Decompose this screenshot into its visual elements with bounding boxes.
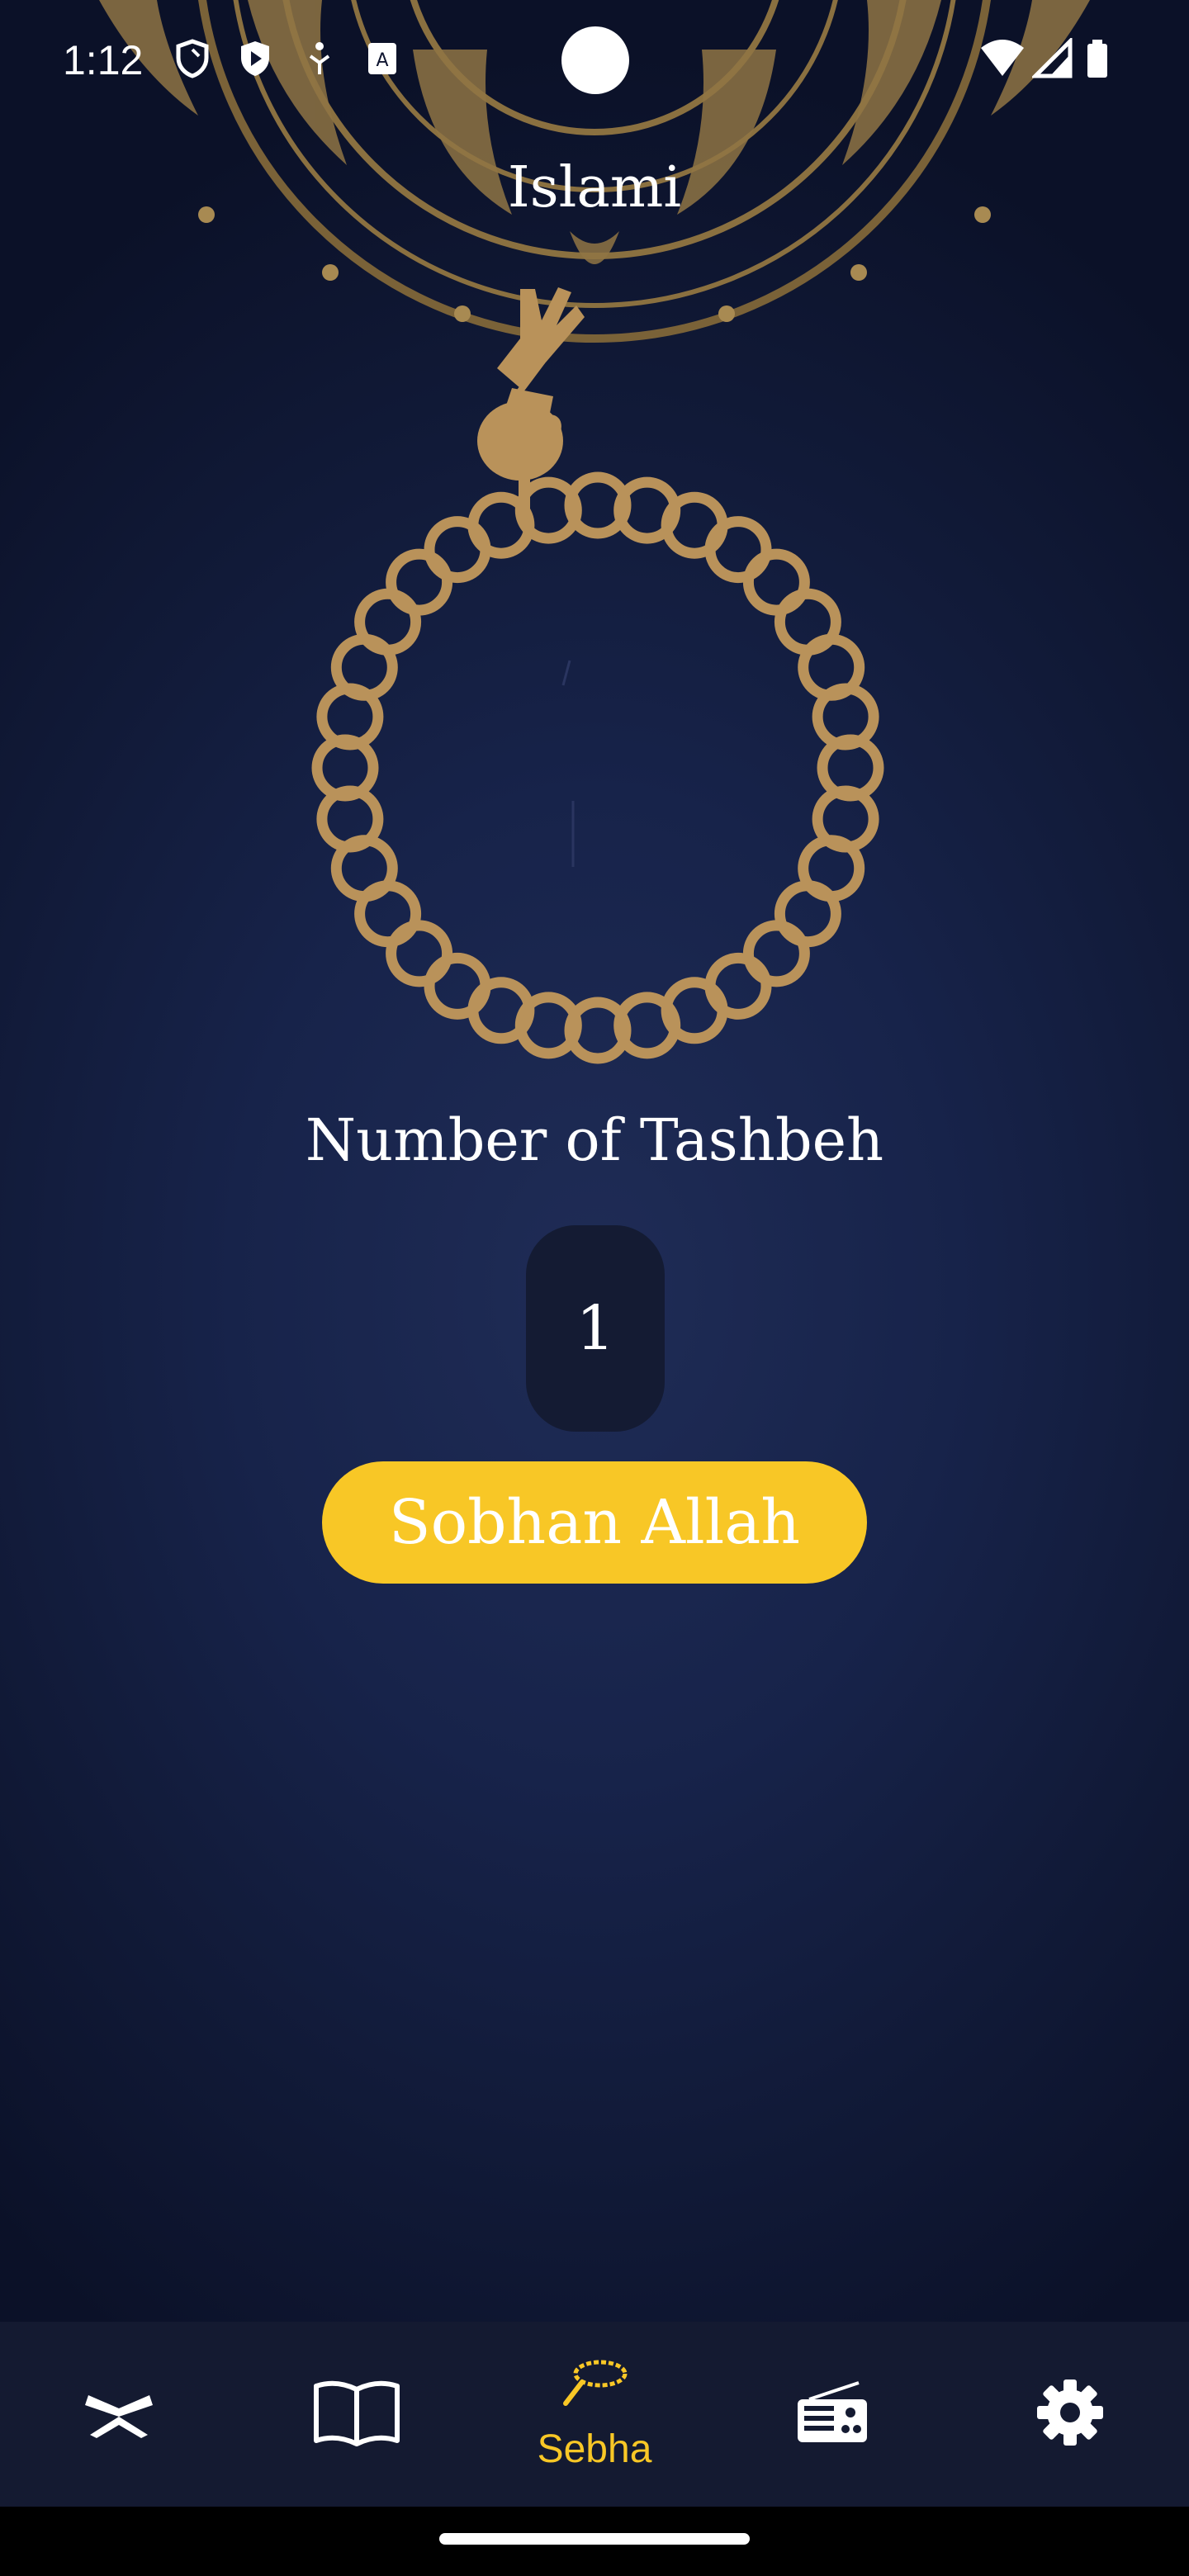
battery-icon: [1085, 38, 1110, 79]
status-time: 1:12: [63, 37, 144, 83]
nav-item-radio[interactable]: [713, 2322, 951, 2507]
nav-item-sebha[interactable]: Sebha: [476, 2322, 713, 2507]
status-bar: 1:12 A: [0, 0, 1189, 124]
home-gesture-handle[interactable]: [439, 2533, 750, 2545]
app-title: Islami: [507, 155, 682, 220]
tasbeeh-counter: 1: [526, 1225, 665, 1432]
svg-text:A: A: [376, 50, 388, 71]
play-protect-icon: [234, 38, 276, 79]
tasbeeh-count-label: Number of Tashbeh: [305, 1106, 884, 1174]
font-a-icon: A: [362, 38, 403, 79]
wifi-icon: [979, 38, 1026, 79]
zikr-button[interactable]: Sobhan Allah: [322, 1461, 867, 1584]
nav-item-settings[interactable]: [951, 2322, 1189, 2507]
sebha-beads[interactable]: [272, 272, 917, 1065]
tasbeeh-count-value: 1: [576, 1293, 615, 1364]
settings-icon: [1035, 2377, 1106, 2451]
nav-item-hadith[interactable]: [238, 2322, 476, 2507]
sebha-icon: [557, 2357, 632, 2418]
radio-icon: [793, 2379, 872, 2449]
nav-item-quran[interactable]: [0, 2322, 238, 2507]
shield-icon: [172, 38, 213, 79]
zikr-label: Sobhan Allah: [388, 1487, 801, 1558]
camera-cutout: [561, 26, 629, 94]
accessibility-icon: [299, 38, 340, 79]
nav-label-sebha: Sebha: [537, 2427, 652, 2471]
signal-icon: [1030, 36, 1073, 79]
bottom-navigation: Sebha: [0, 2322, 1189, 2507]
quran-icon: [82, 2384, 156, 2445]
hadith-book-icon: [311, 2378, 402, 2451]
